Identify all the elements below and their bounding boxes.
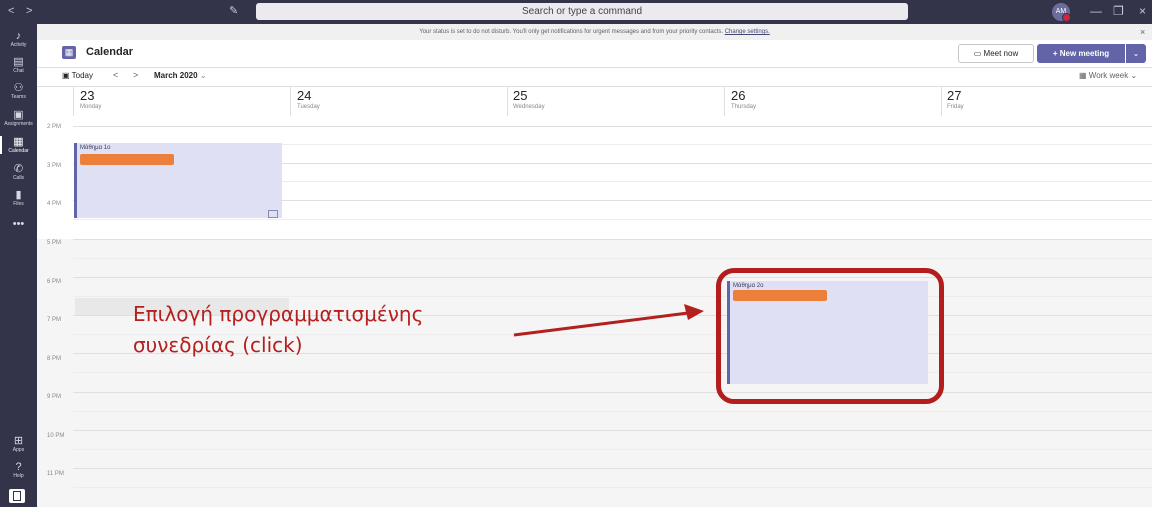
hour-label: 6 PM	[47, 279, 62, 285]
new-meeting-button[interactable]: + New meeting	[1037, 44, 1125, 63]
hour-label: 7 PM	[47, 317, 62, 323]
hour-label: 2 PM	[47, 124, 62, 130]
bell-icon: ♪	[15, 30, 22, 42]
hour-label: 5 PM	[47, 240, 62, 246]
rail-calendar[interactable]: ▦ Calendar	[0, 136, 37, 154]
search-input[interactable]: Search or type a command	[256, 3, 908, 20]
back-arrow-icon[interactable]: <	[8, 5, 14, 17]
chevron-down-icon: ⌄	[1130, 71, 1138, 80]
rail-assignments[interactable]: ▣ Assignments	[0, 109, 37, 127]
hour-label: 4 PM	[47, 201, 62, 207]
today-button[interactable]: ▣ Today	[62, 71, 93, 80]
chat-icon	[268, 210, 278, 218]
phone-icon: ✆	[13, 163, 24, 175]
help-icon: ?	[15, 461, 22, 473]
status-banner: Your status is set to do not disturb. Yo…	[37, 24, 1152, 40]
rail-apps[interactable]: ⊞ Apps	[0, 435, 37, 453]
day-column-friday[interactable]: 27 Friday	[947, 88, 964, 111]
assignments-icon: ▣	[13, 109, 24, 121]
rail-more[interactable]: •••	[0, 218, 37, 230]
calendar-header-icon: ▦	[62, 46, 76, 59]
day-column-monday[interactable]: 23 Monday	[80, 88, 101, 111]
files-icon: ▮	[15, 189, 22, 201]
view-selector[interactable]: ▦ Work week ⌄	[1079, 71, 1137, 80]
page-title: Calendar	[86, 46, 134, 58]
day-header	[37, 86, 1152, 117]
redacted-text	[80, 154, 174, 165]
device-icon[interactable]	[9, 489, 25, 503]
banner-close-icon[interactable]: ×	[1140, 27, 1145, 37]
forward-arrow-icon[interactable]: >	[26, 5, 32, 17]
today-icon: ▣	[62, 71, 72, 80]
chevron-down-icon: ⌄	[199, 71, 207, 80]
previous-week-icon[interactable]: <	[113, 70, 118, 80]
month-selector[interactable]: March 2020 ⌄	[154, 71, 207, 80]
hour-label: 11 PM	[47, 471, 64, 477]
compose-icon[interactable]: ✎	[229, 4, 238, 17]
minimize-button[interactable]: —	[1090, 4, 1102, 18]
annotation-highlight-box	[716, 268, 944, 404]
avatar[interactable]: AM	[1052, 3, 1071, 22]
day-column-tuesday[interactable]: 24 Tuesday	[297, 88, 320, 111]
non-working-hours-area[interactable]	[37, 239, 1152, 507]
view-icon: ▦	[1079, 71, 1089, 80]
close-window-button[interactable]: ×	[1139, 4, 1146, 18]
chat-icon: ▤	[13, 56, 24, 68]
meet-now-button[interactable]: ▭ Meet now	[958, 44, 1034, 63]
hour-label: 8 PM	[47, 356, 62, 362]
annotation-text: Επιλογή προγραμματισμένης συνεδρίας (cli…	[133, 302, 424, 357]
calendar-event[interactable]: Μάθημα 1ο	[74, 143, 282, 218]
chevron-down-icon: ⌄	[1132, 49, 1140, 58]
new-meeting-dropdown[interactable]: ⌄	[1126, 44, 1146, 63]
rail-activity[interactable]: ♪ Activity	[0, 30, 37, 48]
change-settings-link[interactable]: Change settings.	[725, 29, 770, 35]
teams-icon: ⚇	[13, 82, 24, 94]
app-rail: ♪ Activity ▤ Chat ⚇ Teams ▣ Assignments ▦ Cal…	[0, 24, 37, 507]
hour-label: 10 PM	[47, 433, 65, 439]
annotation-arrow	[513, 304, 704, 337]
rail-help[interactable]: ? Help	[0, 461, 37, 479]
hour-label: 3 PM	[47, 163, 62, 169]
hour-label: 9 PM	[47, 394, 62, 400]
apps-icon: ⊞	[13, 435, 24, 447]
rail-files[interactable]: ▮ Files	[0, 189, 37, 207]
rail-calls[interactable]: ✆ Calls	[0, 163, 37, 181]
calendar-icon: ▦	[13, 136, 24, 148]
dnd-status-badge	[1062, 13, 1071, 22]
next-week-icon[interactable]: >	[133, 70, 138, 80]
more-icon: •••	[12, 218, 25, 230]
event-title: Μάθημα 1ο	[80, 145, 111, 151]
maximize-button[interactable]: ❐	[1113, 4, 1124, 18]
rail-chat[interactable]: ▤ Chat	[0, 56, 37, 74]
rail-teams[interactable]: ⚇ Teams	[0, 82, 37, 100]
day-column-wednesday[interactable]: 25 Wednesday	[513, 88, 545, 111]
day-column-thursday[interactable]: 26 Thursday	[731, 88, 756, 111]
video-icon: ▭	[973, 49, 984, 58]
